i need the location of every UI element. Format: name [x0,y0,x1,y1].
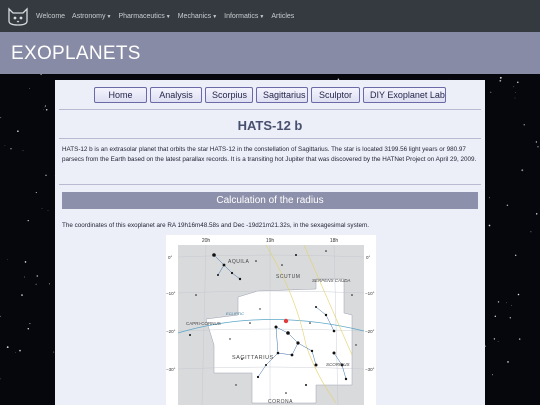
sagittarius-button[interactable]: Sagittarius [256,87,308,103]
constellation-star-map: 20h 19h 18h 0° −10° −20° −30° 0° −10° −2… [166,235,376,405]
constellation-label: SERPENS CAUDA [312,278,351,283]
left-tick-label: −30° [166,367,176,372]
home-button[interactable]: Home [94,87,147,103]
menu-divider [59,109,481,110]
left-tick-label: −10° [166,291,176,296]
top-tick-label: 20h [202,238,211,244]
constellation-label: CAPRI-CORNUS [186,321,221,326]
constellation-label: SAGITTARIUS [232,355,274,361]
ecliptic-label: ECLIPTIC [226,311,244,316]
constellation-label: SCORPIUS [326,362,350,367]
analysis-button[interactable]: Analysis [150,87,202,103]
diy-exoplanet-lab-button[interactable]: DIY Exoplanet Lab [363,87,446,103]
top-tick-label: 18h [330,238,339,244]
nav-mechanics[interactable]: Mechanics▼ [178,13,217,20]
header-band: EXOPLANETS [0,32,540,74]
nav-informatics[interactable]: Informatics▼ [224,13,264,20]
cat-logo-icon[interactable] [6,4,30,28]
left-tick-label: 0° [168,255,173,260]
top-tick-label: 19h [266,238,275,244]
right-tick-label: 0° [366,255,371,260]
sculptor-button[interactable]: Sculptor [311,87,360,103]
constellation-label: SCUTUM [276,274,300,280]
scorpius-button[interactable]: Scorpius [205,87,253,103]
site-title: EXOPLANETS [11,43,141,64]
exoplanet-marker [283,318,289,324]
content-panel: Home Analysis Scorpius Sagittarius Sculp… [55,80,485,405]
nav-pharmaceutics[interactable]: Pharmaceutics▼ [118,13,170,20]
star-map-svg: 20h 19h 18h 0° −10° −20° −30° 0° −10° −2… [166,235,376,405]
nav-welcome[interactable]: Welcome [36,13,65,20]
section-heading: Calculation of the radius [62,192,478,209]
nav-astronomy[interactable]: Astronomy▼ [72,13,111,20]
left-tick-label: −20° [166,329,176,334]
right-tick-label: −20° [365,329,375,334]
right-tick-label: −30° [365,367,375,372]
caret-down-icon: ▼ [259,13,265,20]
nav-articles[interactable]: Articles [271,13,294,20]
coordinates-paragraph: The coordinates of this exoplanet are RA… [62,222,369,229]
constellation-label: AQUILA [228,259,250,265]
right-tick-label: −10° [365,291,375,296]
section-menu: Home Analysis Scorpius Sagittarius Sculp… [55,87,485,103]
caret-down-icon: ▼ [165,13,171,20]
top-navbar: Welcome Astronomy▼ Pharmaceutics▼ Mechan… [0,0,540,32]
constellation-label: CORONA [268,399,293,405]
page-title: HATS-12 b [237,118,303,133]
caret-down-icon: ▼ [106,13,112,20]
intro-divider [59,184,481,185]
title-divider [59,138,481,139]
caret-down-icon: ▼ [212,13,218,20]
intro-paragraph: HATS-12 b is an extrasolar planet that o… [62,146,477,163]
